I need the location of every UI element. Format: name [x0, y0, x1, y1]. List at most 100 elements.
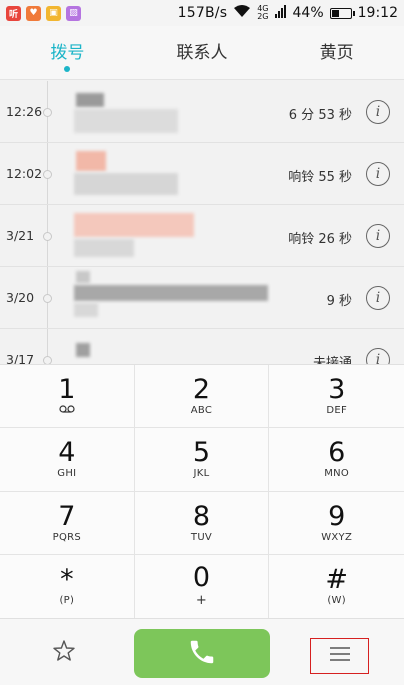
call-time: 12:26	[6, 104, 43, 119]
call-log-item[interactable]: 3/17 未接通 i	[0, 329, 404, 364]
info-icon[interactable]: i	[366, 100, 390, 124]
call-status: 未接通	[312, 356, 352, 364]
key-digit: 2	[192, 374, 211, 406]
info-icon[interactable]: i	[366, 348, 390, 364]
info-icon[interactable]: i	[366, 162, 390, 186]
call-log-item[interactable]: 12:02 响铃 55 秒 i	[0, 143, 404, 205]
timeline-dot	[43, 108, 52, 117]
timeline-dot	[43, 356, 52, 364]
key-digit: 3	[328, 374, 346, 406]
battery-fill	[331, 9, 340, 17]
battery-percent: 44%	[292, 5, 324, 21]
key-digit: 4	[58, 437, 76, 469]
dialpad-key-hash[interactable]: # (W)	[269, 555, 404, 618]
key-letters: GHI	[57, 468, 77, 480]
info-icon[interactable]: i	[366, 286, 390, 310]
call-log-item[interactable]: 3/20 9 秒 i	[0, 267, 404, 329]
key-letters: PQRS	[52, 531, 82, 543]
dialpad-key-7[interactable]: 7 PQRS	[0, 491, 135, 555]
dialpad-key-1[interactable]: 1	[0, 365, 135, 429]
key-digit: 7	[58, 500, 76, 532]
redacted-number	[74, 303, 98, 317]
tab-dialer[interactable]: 拨号	[0, 26, 135, 80]
key-digit: 5	[192, 437, 211, 469]
voicemail-icon	[59, 405, 75, 416]
battery-icon	[329, 7, 355, 19]
redacted-name	[74, 213, 194, 237]
redacted-number	[74, 173, 178, 195]
key-letters: JKL	[193, 468, 210, 480]
tab-contacts-label: 联系人	[176, 42, 228, 63]
phone-icon	[187, 637, 217, 671]
tab-yellow-pages[interactable]: 黄页	[269, 26, 404, 80]
call-duration: 6 分 53 秒	[288, 108, 352, 123]
redacted-name	[76, 93, 104, 107]
tab-contacts[interactable]: 联系人	[135, 26, 270, 80]
call-duration: 9 秒	[326, 294, 352, 309]
tab-dialer-label: 拨号	[50, 42, 85, 63]
app-icon-3: ▣	[46, 5, 61, 21]
status-bar: 听 ♥ ▣ ▨ 157B/s 4G 2G 44% 19:12	[0, 0, 404, 26]
key-digit: 0	[192, 562, 211, 594]
dialpad-key-0[interactable]: 0 +	[135, 554, 270, 618]
dialpad-key-9[interactable]: 9 WXYZ	[269, 492, 404, 555]
call-time: 3/17	[6, 352, 35, 364]
timeline-dot	[43, 170, 52, 179]
dialpad-key-2[interactable]: 2 ABC	[134, 365, 270, 429]
key-letters: ABC	[190, 405, 213, 417]
key-letters: DEF	[326, 405, 347, 417]
key-letters: (W)	[327, 595, 346, 607]
call-log-item[interactable]: 12:26 6 分 53 秒 i	[0, 81, 404, 143]
dialpad-key-8[interactable]: 8 TUV	[134, 491, 270, 555]
key-letters: TUV	[190, 531, 213, 543]
call-time: 3/21	[6, 228, 35, 243]
dialpad-key-3[interactable]: 3 DEF	[269, 365, 404, 429]
call-duration: 响铃 26 秒	[288, 232, 352, 247]
redacted-avatar	[76, 271, 90, 283]
call-button[interactable]	[134, 629, 270, 678]
active-tab-indicator	[64, 65, 71, 72]
signal-bottom-label: 2G	[257, 12, 269, 21]
tab-bar: 拨号 联系人 黄页	[0, 26, 404, 80]
key-digit: 8	[192, 500, 211, 532]
key-digit: *	[60, 564, 74, 596]
star-icon	[52, 639, 76, 667]
redacted-name	[76, 151, 106, 171]
cell-signal-icon	[274, 4, 287, 22]
signal-type: 4G 2G	[257, 5, 268, 21]
call-time: 3/20	[6, 290, 35, 305]
dialpad-key-5[interactable]: 5 JKL	[134, 428, 270, 492]
key-digit: 9	[328, 500, 346, 532]
redacted-number	[74, 109, 178, 133]
key-letters: +	[195, 593, 208, 609]
favorites-button[interactable]	[40, 637, 88, 669]
key-letters: MNO	[324, 468, 350, 480]
tab-yellow-pages-label: 黄页	[319, 42, 354, 63]
key-digit: #	[325, 564, 348, 596]
dialpad: 1 2 ABC 3 DEF 4 GHI 5 JKL 6 MNO 7 PQRS 8…	[0, 364, 404, 618]
network-speed: 157B/s	[177, 5, 228, 21]
bottom-action-bar	[0, 618, 404, 685]
timeline-dot	[43, 232, 52, 241]
menu-button[interactable]	[310, 638, 369, 674]
redacted-name	[76, 343, 90, 357]
info-icon[interactable]: i	[366, 224, 390, 248]
redacted-number	[74, 239, 134, 257]
call-log-list[interactable]: 12:26 6 分 53 秒 i 12:02 响铃 55 秒 i 3/21 响铃…	[0, 81, 404, 364]
key-letters: WXYZ	[321, 531, 353, 543]
call-duration: 响铃 55 秒	[288, 170, 352, 185]
notification-icons: 听 ♥ ▣ ▨	[6, 5, 81, 21]
dialpad-key-6[interactable]: 6 MNO	[269, 428, 404, 492]
clock: 19:12	[357, 5, 398, 21]
redacted-name	[74, 285, 268, 301]
timeline-dot	[43, 294, 52, 303]
key-digit: 6	[328, 437, 346, 469]
app-icon-4: ▨	[66, 5, 81, 21]
call-log-item[interactable]: 3/21 响铃 26 秒 i	[0, 205, 404, 267]
dialpad-key-4[interactable]: 4 GHI	[0, 428, 135, 492]
app-icon-2: ♥	[26, 5, 41, 21]
call-time: 12:02	[6, 166, 43, 181]
dialpad-key-star[interactable]: * (P)	[0, 554, 135, 618]
key-digit: 1	[58, 374, 76, 406]
status-right: 157B/s 4G 2G 44% 19:12	[178, 4, 398, 22]
